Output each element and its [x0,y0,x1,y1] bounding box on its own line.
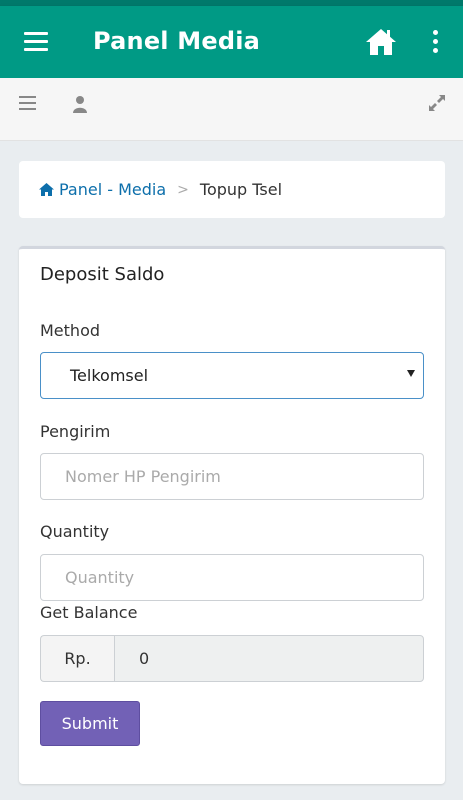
method-selected-value: Telkomsel [70,366,149,385]
balance-value-field: 0 [114,635,424,682]
currency-prefix: Rp. [40,635,114,682]
card-title: Deposit Saldo [40,264,165,285]
quantity-input[interactable]: Quantity [40,554,424,601]
breadcrumb: Panel - Media > Topup Tsel [19,161,445,218]
breadcrumb-separator: > [177,181,189,198]
pengirim-placeholder: Nomer HP Pengirim [65,467,221,486]
method-label: Method [40,321,101,340]
pengirim-input[interactable]: Nomer HP Pengirim [40,453,424,500]
app-bar: Panel Media [0,6,463,78]
dropdown-caret-icon [407,370,415,377]
breadcrumb-current: Topup Tsel [199,180,283,199]
expand-icon[interactable] [428,94,446,112]
more-options-icon[interactable] [430,30,440,56]
balance-value: 0 [139,649,150,668]
balance-label: Get Balance [40,603,138,622]
deposit-card: Deposit Saldo Method Telkomsel Pengirim … [19,246,445,784]
quantity-label: Quantity [40,522,110,541]
user-icon[interactable] [72,95,88,113]
app-title: Panel Media [93,27,261,55]
method-select[interactable]: Telkomsel [40,352,424,399]
sub-toolbar [0,78,463,141]
pengirim-label: Pengirim [40,422,111,441]
home-icon[interactable] [365,27,397,57]
submit-button[interactable]: Submit [40,701,140,746]
breadcrumb-home-link[interactable]: Panel - Media [39,180,166,199]
hamburger-menu-icon[interactable] [24,32,48,52]
menu-icon[interactable] [19,96,36,110]
home-icon [39,183,54,196]
quantity-placeholder: Quantity [65,568,135,587]
breadcrumb-home-label: Panel - Media [59,180,167,199]
balance-group: Rp. 0 [40,635,424,682]
